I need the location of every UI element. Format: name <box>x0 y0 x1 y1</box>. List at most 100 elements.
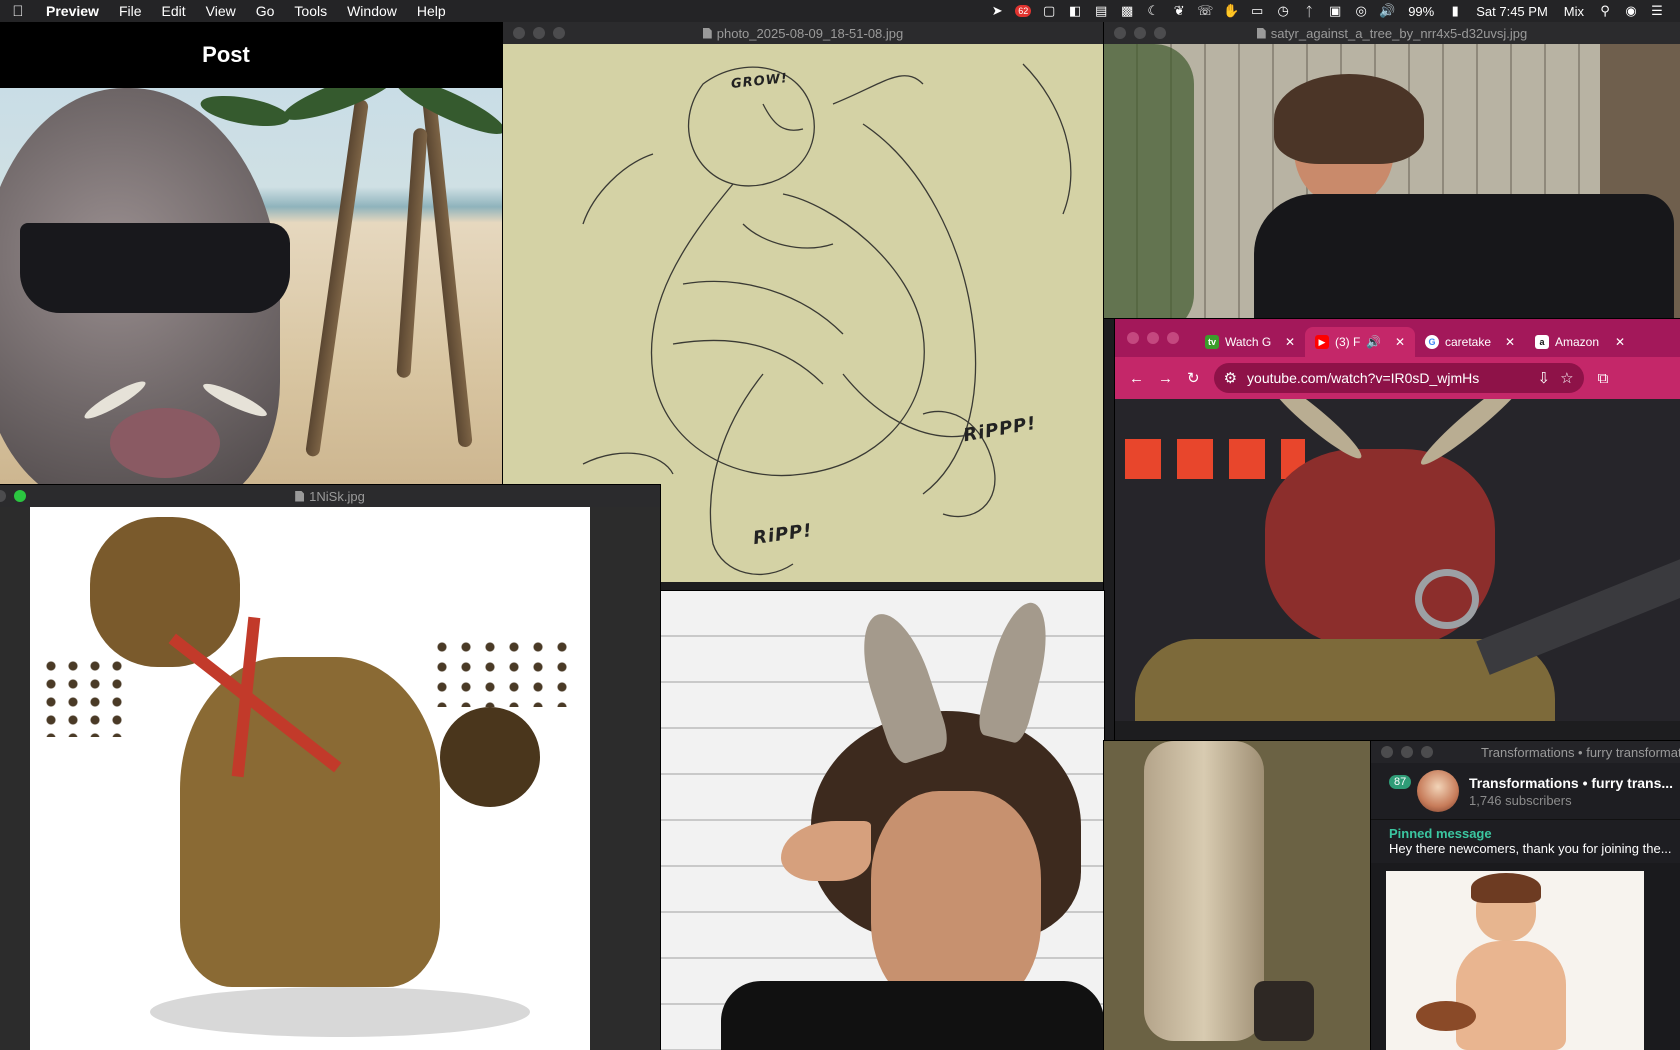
menu-file[interactable]: File <box>109 0 152 22</box>
zoom-button[interactable] <box>1167 332 1179 344</box>
menu-go[interactable]: Go <box>246 0 285 22</box>
crescent-icon[interactable]: ☾ <box>1140 0 1166 22</box>
video-player[interactable] <box>1115 399 1680 721</box>
channel-header[interactable]: 87 Transformations • furry trans... 1,74… <box>1371 763 1680 819</box>
hand-icon[interactable]: ✋ <box>1218 0 1244 22</box>
notification-icon[interactable]: 62 <box>1010 0 1036 22</box>
time-machine-icon[interactable]: ◷ <box>1270 0 1296 22</box>
close-button[interactable] <box>1127 332 1139 344</box>
close-tab-icon[interactable]: ✕ <box>1505 335 1515 349</box>
bluetooth-icon[interactable]: ᛏ <box>1296 0 1322 22</box>
control-center-icon[interactable]: ☰ <box>1644 0 1670 22</box>
wifi-icon[interactable]: ◎ <box>1348 0 1374 22</box>
menu-edit[interactable]: Edit <box>152 0 196 22</box>
close-tab-icon[interactable]: ✕ <box>1395 335 1405 349</box>
address-bar[interactable]: ⚙ youtube.com/watch?v=IR0sD_wjmHs ⇩ ☆ <box>1213 363 1584 393</box>
siri-icon[interactable]: ◉ <box>1618 0 1644 22</box>
portrait-face <box>871 791 1041 1011</box>
shared-image[interactable] <box>1386 871 1644 1050</box>
hyena-window: 1NiSk.jpg <box>0 485 660 1050</box>
palm-trunk <box>396 127 428 379</box>
status-area: ➤ 62 ▢ ◧ ▤ ▩ ☾ ❦ ☏ ✋ ▭ ◷ ᛏ ▣ ◎ 🔊 99% ▮ S… <box>984 0 1680 22</box>
zoom-button[interactable] <box>1421 746 1433 758</box>
hyena-titlebar[interactable]: 1NiSk.jpg <box>0 485 660 507</box>
display-icon[interactable]: ▣ <box>1322 0 1348 22</box>
minimize-button[interactable] <box>1147 332 1159 344</box>
menu-help[interactable]: Help <box>407 0 456 22</box>
unread-badge[interactable]: 87 <box>1389 775 1412 789</box>
fur-leg <box>1144 741 1264 1041</box>
close-button[interactable] <box>1114 27 1126 39</box>
hyena-head <box>90 517 240 667</box>
window-title: photo_2025-08-09_18-51-08.jpg <box>503 26 1103 41</box>
hyena-tail <box>440 707 540 807</box>
back-icon[interactable]: ← <box>1129 370 1144 387</box>
extensions-icon[interactable]: ⧉ <box>1598 370 1609 387</box>
minimize-button[interactable] <box>1134 27 1146 39</box>
audio-playing-icon[interactable]: 🔊 <box>1366 335 1381 349</box>
minimize-button[interactable] <box>533 27 545 39</box>
ivy <box>1104 44 1194 318</box>
tv-icon: tv <box>1205 335 1219 349</box>
character-hair <box>1471 873 1541 903</box>
airplay-icon[interactable]: ▭ <box>1244 0 1270 22</box>
spotlight-icon[interactable]: ⚲ <box>1592 0 1618 22</box>
phone-icon[interactable]: ☏ <box>1192 0 1218 22</box>
sidebar-toggle-icon[interactable]: ◧ <box>1062 0 1088 22</box>
minimize-button[interactable] <box>0 490 6 502</box>
close-tab-icon[interactable]: ✕ <box>1615 335 1625 349</box>
url-text[interactable]: youtube.com/watch?v=IR0sD_wjmHs <box>1247 370 1528 386</box>
zoom-button[interactable] <box>553 27 565 39</box>
bookmark-star-icon[interactable]: ☆ <box>1560 369 1573 387</box>
battery-percent[interactable]: 99% <box>1400 4 1442 19</box>
text-tool-icon[interactable]: ▩ <box>1114 0 1140 22</box>
zoom-button[interactable] <box>14 490 26 502</box>
window-controls <box>1371 746 1433 758</box>
bird-icon[interactable]: ❦ <box>1166 0 1192 22</box>
tab-google[interactable]: G caretake ✕ <box>1415 327 1525 357</box>
close-button[interactable] <box>1381 746 1393 758</box>
tab-label: Amazon <box>1555 335 1600 349</box>
satyr-titlebar[interactable]: satyr_against_a_tree_by_nrr4x5-d32uvsj.j… <box>1104 22 1680 44</box>
document-icon <box>702 27 712 39</box>
tab-amazon[interactable]: a Amazon ✕ <box>1525 327 1635 357</box>
pinned-message-bar[interactable]: Pinned message Hey there newcomers, than… <box>1371 819 1680 863</box>
zoom-button[interactable] <box>1154 27 1166 39</box>
menu-tools[interactable]: Tools <box>284 0 337 22</box>
tab-label: caretake <box>1445 335 1492 349</box>
battery-icon: ▮ <box>1451 3 1459 18</box>
window-controls <box>0 490 26 502</box>
hoof <box>1254 981 1314 1041</box>
forward-icon[interactable]: → <box>1158 370 1173 387</box>
pinned-label: Pinned message <box>1389 826 1492 841</box>
menu-window[interactable]: Window <box>337 0 407 22</box>
user-name[interactable]: Mix <box>1556 4 1592 19</box>
palm-frond <box>390 88 502 144</box>
sketch-titlebar[interactable]: photo_2025-08-09_18-51-08.jpg <box>503 22 1103 44</box>
site-info-icon[interactable]: ⚙ <box>1224 369 1237 387</box>
minimize-button[interactable] <box>1401 746 1413 758</box>
screen-share-icon[interactable]: ▢ <box>1036 0 1062 22</box>
hyena-image <box>30 507 590 1050</box>
volume-icon[interactable]: 🔊 <box>1374 0 1400 22</box>
close-tab-icon[interactable]: ✕ <box>1285 335 1295 349</box>
clock[interactable]: Sat 7:45 PM <box>1468 4 1556 19</box>
location-icon[interactable]: ➤ <box>984 0 1010 22</box>
tab-watch[interactable]: tv Watch G ✕ <box>1195 327 1305 357</box>
close-button[interactable] <box>513 27 525 39</box>
telegram-titlebar[interactable]: Transformations • furry transformation <box>1371 741 1680 763</box>
sunglasses <box>20 223 290 313</box>
app-menu-preview[interactable]: Preview <box>36 0 109 22</box>
reload-icon[interactable]: ↻ <box>1187 369 1200 387</box>
apple-menu-icon[interactable]:  <box>0 3 36 20</box>
youtube-icon: ▶ <box>1315 335 1329 349</box>
install-icon[interactable]: ⇩ <box>1538 369 1551 387</box>
mouth <box>110 408 220 478</box>
fence-photo <box>1104 44 1680 318</box>
amazon-icon: a <box>1535 335 1549 349</box>
stack-icon[interactable]: ▤ <box>1088 0 1114 22</box>
menu-view[interactable]: View <box>196 0 246 22</box>
channel-avatar[interactable] <box>1417 770 1459 812</box>
tab-youtube[interactable]: ▶ (3) F 🔊 ✕ <box>1305 327 1415 357</box>
tab-label: (3) F <box>1335 335 1361 349</box>
